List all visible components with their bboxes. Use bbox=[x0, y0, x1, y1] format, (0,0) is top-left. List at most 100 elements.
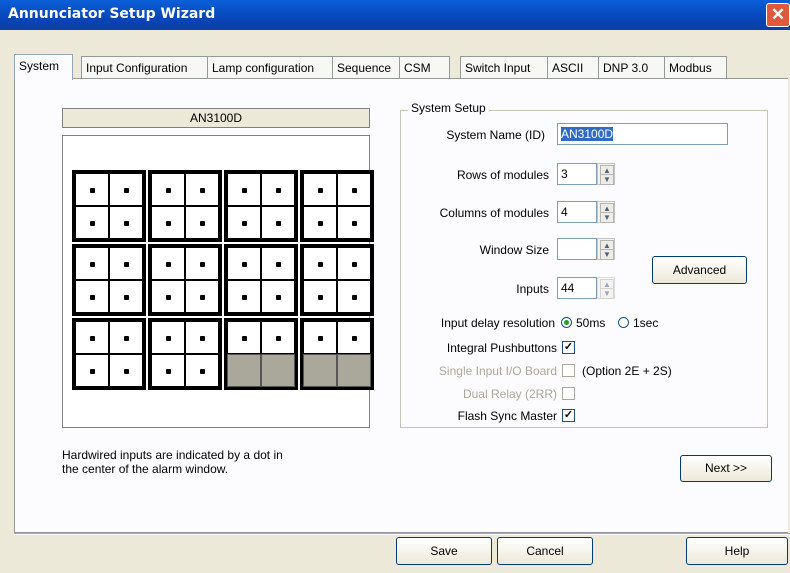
alarm-window[interactable] bbox=[303, 321, 337, 354]
spin-down-icon[interactable]: ▼ bbox=[600, 249, 614, 260]
alarm-module bbox=[148, 170, 222, 242]
alarm-window[interactable] bbox=[227, 173, 261, 206]
alarm-window[interactable] bbox=[75, 354, 109, 387]
alarm-window[interactable] bbox=[151, 173, 185, 206]
close-icon[interactable]: ✕ bbox=[766, 3, 790, 27]
alarm-window[interactable] bbox=[109, 354, 143, 387]
hardwired-hint: Hardwired inputs are indicated by a dot … bbox=[62, 448, 283, 476]
alarm-window[interactable] bbox=[109, 321, 143, 354]
hardwired-dot bbox=[318, 220, 323, 226]
alarm-window[interactable] bbox=[185, 206, 219, 239]
alarm-window[interactable] bbox=[337, 173, 371, 206]
hardwired-dot bbox=[166, 368, 171, 374]
alarm-window[interactable] bbox=[75, 247, 109, 280]
hint-line-2: the center of the alarm window. bbox=[62, 462, 229, 476]
single-input-checkbox bbox=[562, 364, 575, 377]
alarm-window[interactable] bbox=[227, 354, 261, 387]
alarm-window[interactable] bbox=[227, 247, 261, 280]
alarm-window[interactable] bbox=[261, 247, 295, 280]
alarm-window[interactable] bbox=[261, 321, 295, 354]
alarm-module bbox=[300, 318, 374, 390]
tab-switch-input[interactable]: Switch Input bbox=[460, 56, 548, 78]
hardwired-dot bbox=[200, 187, 205, 193]
tab-input-configuration[interactable]: Input Configuration bbox=[81, 56, 208, 78]
alarm-window[interactable] bbox=[75, 173, 109, 206]
device-name-label: AN3100D bbox=[62, 108, 370, 128]
delay-50ms-radio[interactable] bbox=[561, 317, 572, 328]
alarm-window[interactable] bbox=[151, 280, 185, 313]
window-size-spinner[interactable]: ▲ ▼ bbox=[597, 238, 615, 260]
alarm-window[interactable] bbox=[337, 247, 371, 280]
alarm-window[interactable] bbox=[185, 321, 219, 354]
inputs-spinner: ▲ ▼ bbox=[597, 277, 615, 299]
flash-sync-checkbox[interactable]: ✓ bbox=[562, 409, 575, 422]
hardwired-dot bbox=[90, 220, 95, 226]
alarm-window[interactable] bbox=[151, 321, 185, 354]
tab-sequence[interactable]: Sequence bbox=[332, 56, 400, 78]
cancel-button[interactable]: Cancel bbox=[497, 537, 593, 565]
alarm-window[interactable] bbox=[303, 280, 337, 313]
alarm-window[interactable] bbox=[151, 354, 185, 387]
advanced-button[interactable]: Advanced bbox=[652, 256, 747, 284]
help-button[interactable]: Help bbox=[686, 537, 788, 565]
alarm-window[interactable] bbox=[151, 206, 185, 239]
delay-50ms-label: 50ms bbox=[576, 316, 606, 330]
hardwired-dot bbox=[276, 187, 281, 193]
rows-label: Rows of modules bbox=[456, 168, 549, 182]
alarm-window[interactable] bbox=[337, 321, 371, 354]
columns-input[interactable]: 4 bbox=[557, 201, 597, 223]
columns-spinner[interactable]: ▲ ▼ bbox=[597, 201, 615, 223]
alarm-window[interactable] bbox=[227, 206, 261, 239]
alarm-window[interactable] bbox=[75, 206, 109, 239]
tab-modbus[interactable]: Modbus bbox=[664, 56, 727, 78]
alarm-window[interactable] bbox=[303, 206, 337, 239]
alarm-window[interactable] bbox=[109, 173, 143, 206]
alarm-window[interactable] bbox=[227, 280, 261, 313]
alarm-window[interactable] bbox=[303, 354, 337, 387]
alarm-window[interactable] bbox=[227, 321, 261, 354]
alarm-window[interactable] bbox=[109, 247, 143, 280]
alarm-window[interactable] bbox=[109, 280, 143, 313]
alarm-window[interactable] bbox=[151, 247, 185, 280]
alarm-module bbox=[300, 170, 374, 242]
inputs-input[interactable]: 44 bbox=[557, 277, 597, 299]
window-size-input[interactable] bbox=[557, 238, 597, 260]
save-button[interactable]: Save bbox=[396, 537, 492, 565]
tab-dnp3[interactable]: DNP 3.0 bbox=[598, 56, 665, 78]
alarm-window[interactable] bbox=[75, 280, 109, 313]
spin-down-icon[interactable]: ▼ bbox=[600, 212, 614, 223]
alarm-window[interactable] bbox=[303, 247, 337, 280]
alarm-window[interactable] bbox=[109, 206, 143, 239]
hardwired-dot bbox=[318, 335, 323, 341]
delay-1sec-radio[interactable] bbox=[618, 317, 629, 328]
alarm-window[interactable] bbox=[337, 206, 371, 239]
alarm-window[interactable] bbox=[185, 173, 219, 206]
alarm-window[interactable] bbox=[303, 173, 337, 206]
rows-spinner[interactable]: ▲ ▼ bbox=[597, 163, 615, 185]
hardwired-dot bbox=[242, 335, 247, 341]
alarm-window[interactable] bbox=[337, 354, 371, 387]
tab-csm[interactable]: CSM bbox=[399, 56, 450, 78]
integral-pushbuttons-checkbox[interactable]: ✓ bbox=[562, 341, 575, 354]
next-button[interactable]: Next >> bbox=[680, 455, 772, 482]
alarm-module bbox=[224, 170, 298, 242]
alarm-window[interactable] bbox=[261, 354, 295, 387]
hardwired-dot bbox=[352, 294, 357, 300]
alarm-window[interactable] bbox=[337, 280, 371, 313]
rows-input[interactable]: 3 bbox=[557, 163, 597, 185]
alarm-window[interactable] bbox=[75, 321, 109, 354]
tab-lamp-configuration[interactable]: Lamp configuration bbox=[207, 56, 333, 78]
alarm-window[interactable] bbox=[185, 354, 219, 387]
tab-ascii[interactable]: ASCII bbox=[547, 56, 599, 78]
spin-down-icon[interactable]: ▼ bbox=[600, 174, 614, 185]
inputs-label: Inputs bbox=[516, 282, 549, 296]
hardwired-dot bbox=[124, 335, 129, 341]
alarm-window[interactable] bbox=[261, 280, 295, 313]
alarm-window[interactable] bbox=[185, 247, 219, 280]
alarm-window[interactable] bbox=[261, 173, 295, 206]
alarm-window[interactable] bbox=[261, 206, 295, 239]
alarm-window[interactable] bbox=[185, 280, 219, 313]
tab-system[interactable]: System bbox=[14, 54, 73, 80]
system-name-input[interactable]: AN3100D bbox=[557, 123, 728, 145]
alarm-module bbox=[224, 318, 298, 390]
